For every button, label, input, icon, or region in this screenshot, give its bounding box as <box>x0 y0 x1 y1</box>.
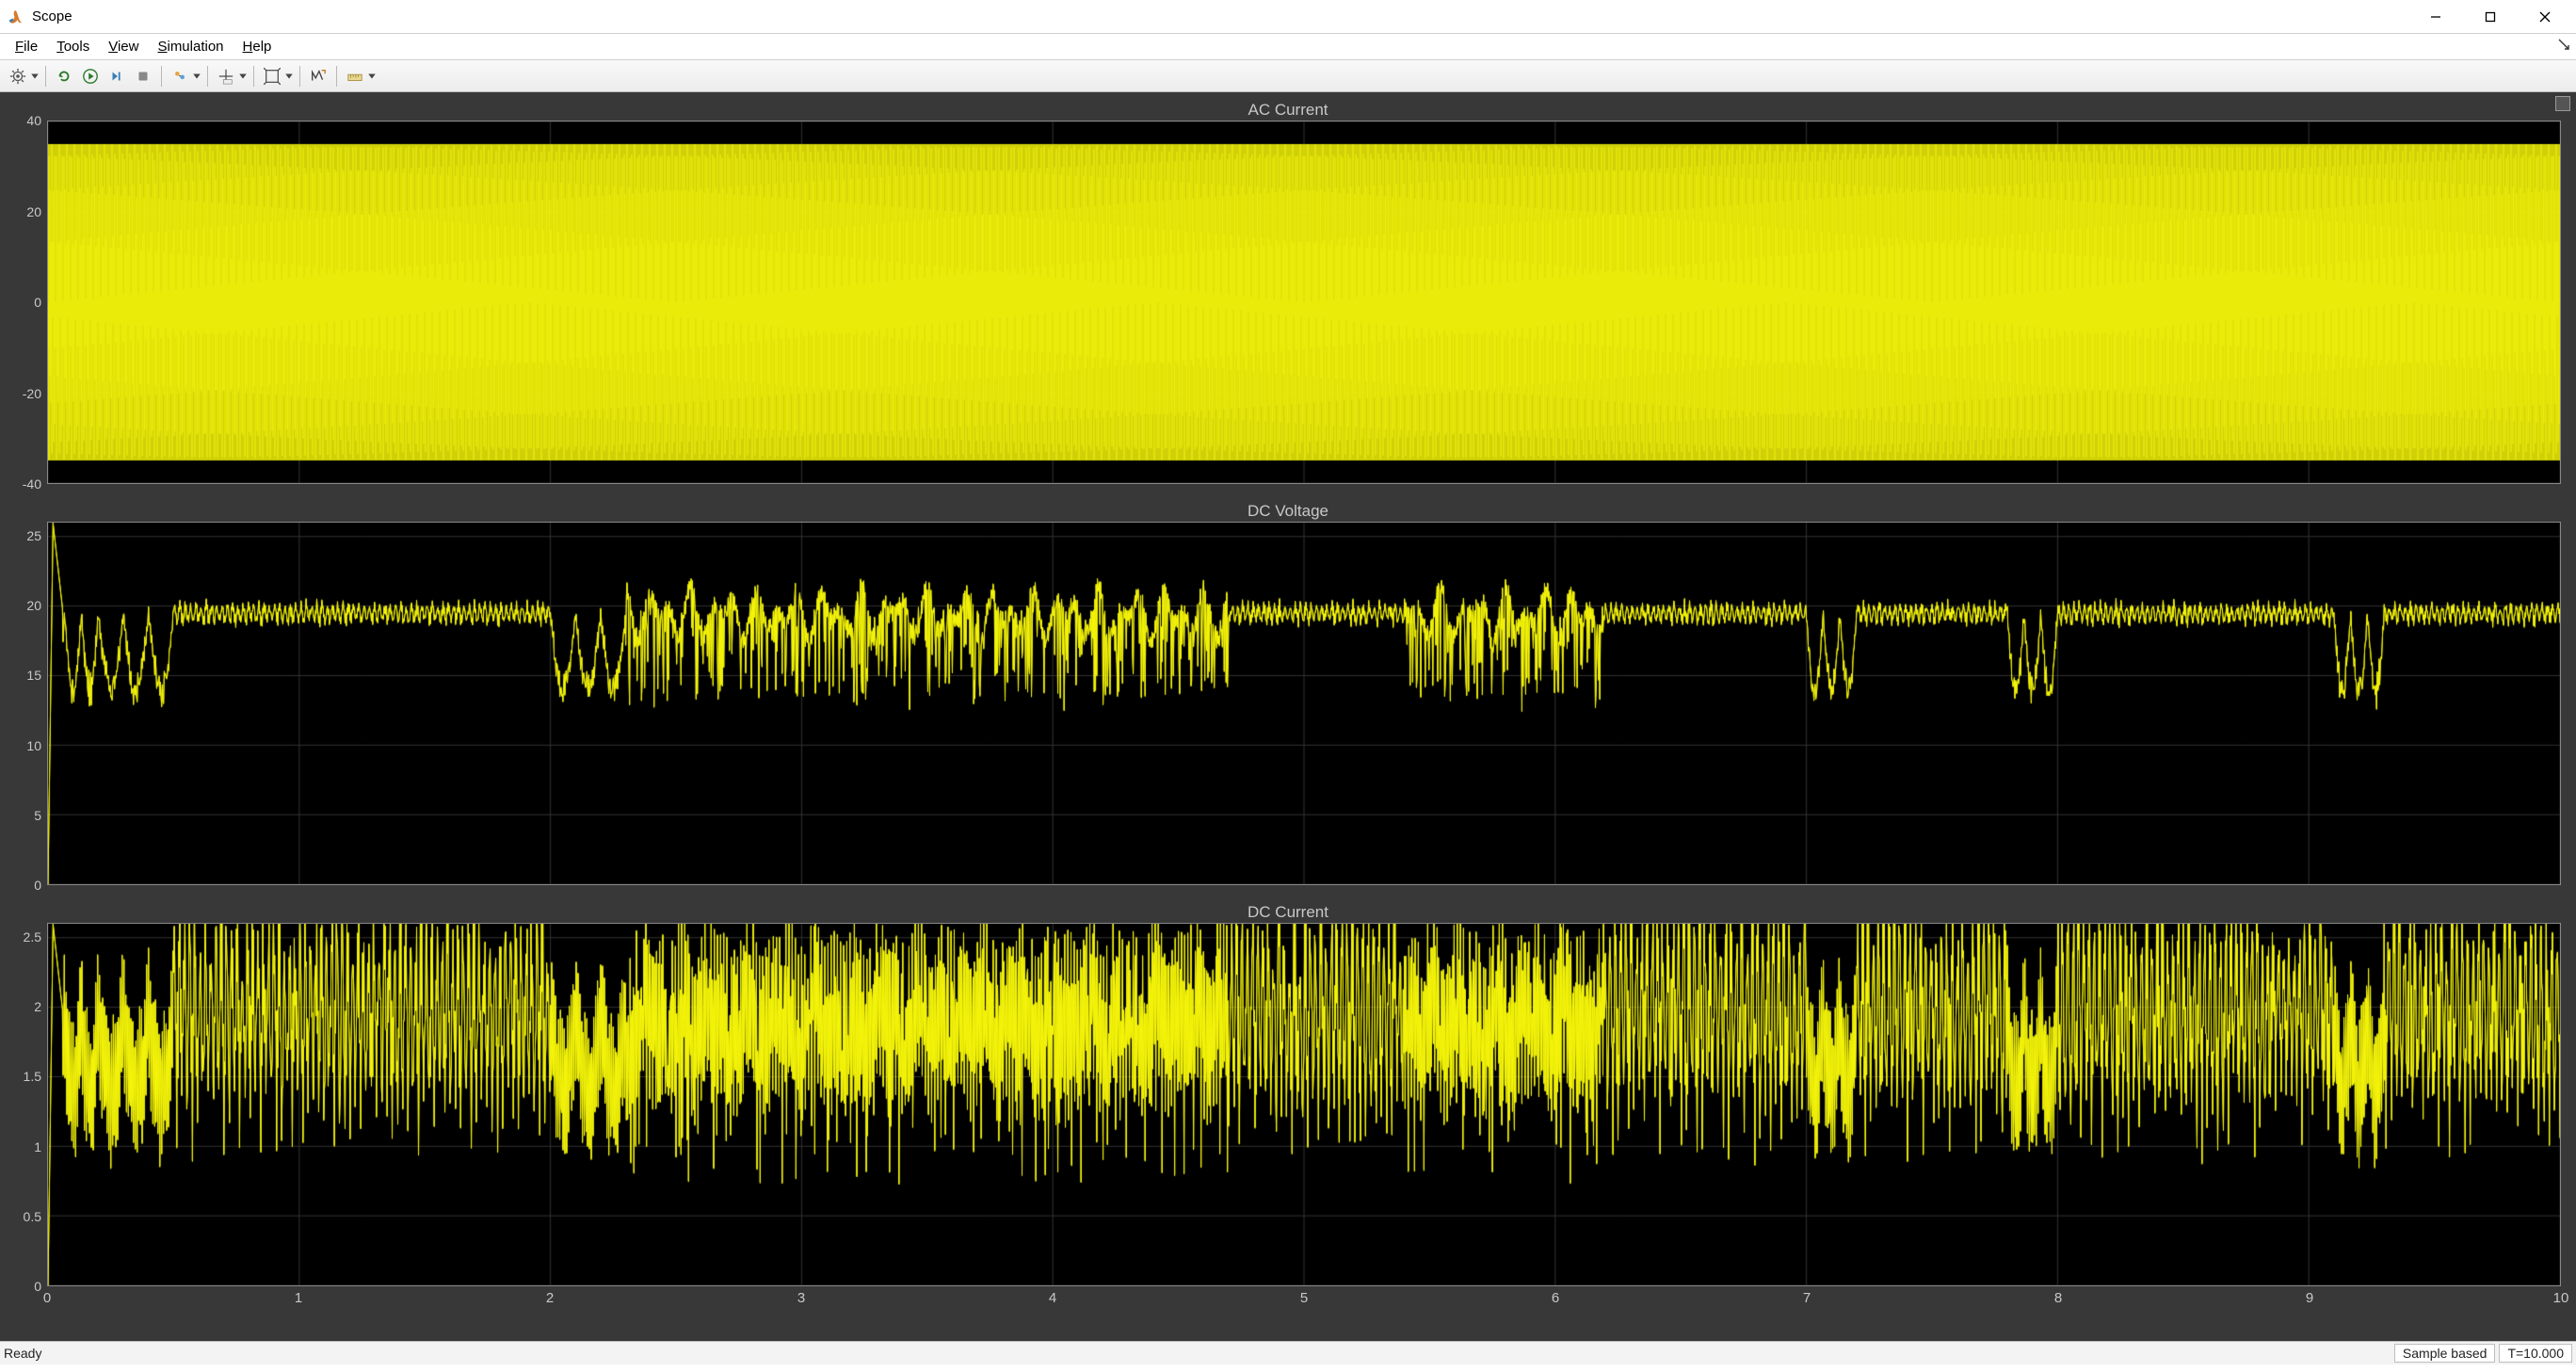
x-tick-label: 5 <box>1300 1290 1308 1306</box>
window-title: Scope <box>32 8 2408 24</box>
matlab-icon <box>8 8 24 25</box>
x-tick-label: 8 <box>2054 1290 2062 1306</box>
highlight-button[interactable] <box>168 64 192 89</box>
y-tick-label: 2.5 <box>24 929 41 944</box>
y-tick-label: 5 <box>34 808 41 823</box>
x-tick-label: 0 <box>43 1290 51 1306</box>
titlebar: Scope <box>0 0 2576 34</box>
status-mode: Sample based <box>2394 1344 2496 1363</box>
plot-body[interactable] <box>47 923 2561 1286</box>
highlight-dropdown[interactable] <box>192 68 201 85</box>
menu-help[interactable]: Help <box>233 36 282 57</box>
menu-simulation[interactable]: Simulation <box>148 36 233 57</box>
snap-icon[interactable] <box>2557 38 2570 51</box>
menubar: File Tools View Simulation Help <box>0 34 2576 60</box>
y-tick-label: 40 <box>26 113 41 128</box>
x-tick-label: 10 <box>2553 1290 2569 1306</box>
wave-canvas <box>48 121 2560 483</box>
plot-0: AC Current-40-2002040 <box>0 100 2576 484</box>
plot-body[interactable] <box>47 522 2561 885</box>
measure-dropdown[interactable] <box>367 68 377 85</box>
x-tick-label: 4 <box>1049 1290 1056 1306</box>
separator <box>299 66 300 87</box>
y-tick-label: 0 <box>34 1279 41 1294</box>
plot-1: DC Voltage0510152025 <box>0 501 2576 885</box>
settings-button[interactable] <box>6 64 30 89</box>
y-axis: -40-2002040 <box>0 121 45 484</box>
y-axis: 0510152025 <box>0 522 45 885</box>
cursor-dropdown[interactable] <box>238 68 248 85</box>
menu-tools[interactable]: Tools <box>47 36 99 57</box>
y-tick-label: 0.5 <box>24 1209 41 1224</box>
y-tick-label: 15 <box>26 668 41 683</box>
zoom-button[interactable] <box>260 64 284 89</box>
stop-button[interactable] <box>131 64 155 89</box>
x-tick-label: 6 <box>1552 1290 1559 1306</box>
y-tick-label: 0 <box>34 878 41 893</box>
settings-dropdown[interactable] <box>30 68 40 85</box>
close-button[interactable] <box>2518 0 2572 34</box>
menu-view[interactable]: View <box>99 36 148 57</box>
y-tick-label: 25 <box>26 528 41 543</box>
toolbar <box>0 60 2576 92</box>
separator <box>45 66 46 87</box>
plot-2: DC Current00.511.522.5 <box>0 902 2576 1286</box>
menu-file[interactable]: File <box>6 36 47 57</box>
y-tick-label: 1 <box>34 1139 41 1154</box>
plot-title: DC Current <box>0 902 2576 923</box>
separator <box>161 66 162 87</box>
plot-title: AC Current <box>0 100 2576 121</box>
measure-button[interactable] <box>343 64 367 89</box>
zoom-dropdown[interactable] <box>284 68 294 85</box>
cursor-button[interactable] <box>214 64 238 89</box>
separator <box>336 66 337 87</box>
wave-canvas <box>48 924 2560 1285</box>
autoscale-button[interactable] <box>306 64 330 89</box>
restart-button[interactable] <box>52 64 76 89</box>
status-ready: Ready <box>4 1346 2391 1361</box>
y-tick-label: 20 <box>26 204 41 219</box>
x-tick-label: 7 <box>1803 1290 1811 1306</box>
y-tick-label: 2 <box>34 999 41 1014</box>
y-tick-label: -20 <box>23 386 41 401</box>
status-time: T=10.000 <box>2499 1344 2572 1363</box>
x-axis: 012345678910 <box>47 1286 2561 1311</box>
separator <box>207 66 208 87</box>
wave-canvas <box>48 523 2560 884</box>
x-tick-label: 3 <box>797 1290 805 1306</box>
plot-body[interactable] <box>47 121 2561 484</box>
y-tick-label: 1.5 <box>24 1069 41 1084</box>
y-axis: 00.511.522.5 <box>0 923 45 1286</box>
statusbar: Ready Sample based T=10.000 <box>0 1341 2576 1364</box>
plot-title: DC Voltage <box>0 501 2576 522</box>
scope-area: AC Current-40-2002040DC Voltage051015202… <box>0 92 2576 1341</box>
maximize-button[interactable] <box>2463 0 2518 34</box>
run-button[interactable] <box>78 64 103 89</box>
x-tick-label: 1 <box>295 1290 302 1306</box>
x-tick-label: 9 <box>2306 1290 2313 1306</box>
separator <box>253 66 254 87</box>
minimize-button[interactable] <box>2408 0 2463 34</box>
y-tick-label: 20 <box>26 598 41 613</box>
y-tick-label: 0 <box>34 295 41 310</box>
step-button[interactable] <box>105 64 129 89</box>
y-tick-label: 10 <box>26 738 41 753</box>
y-tick-label: -40 <box>23 476 41 492</box>
x-tick-label: 2 <box>546 1290 554 1306</box>
